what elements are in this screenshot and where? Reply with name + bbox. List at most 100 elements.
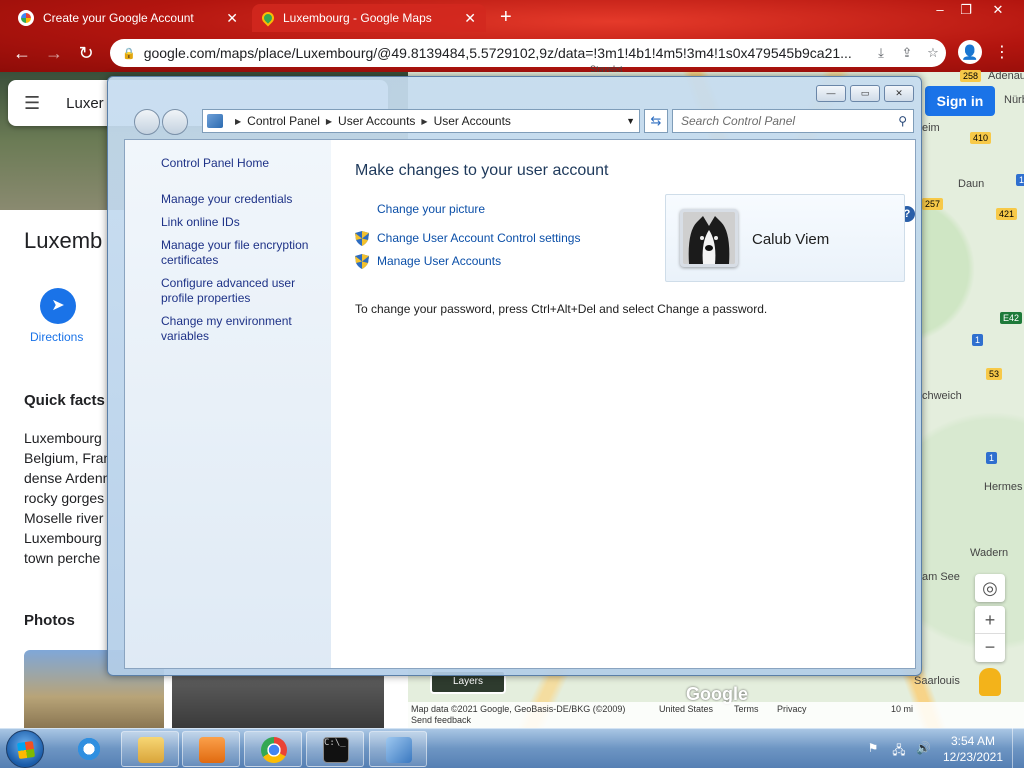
tab-google-maps[interactable]: Luxembourg - Google Maps ✕ xyxy=(252,4,486,32)
control-panel-window: — ▭ ✕ ▶ Control Panel ▶ User Accounts ▶ … xyxy=(107,76,922,676)
task-uac-settings[interactable]: Change User Account Control settings xyxy=(377,231,580,245)
url-text: google.com/maps/place/Luxembourg/@49.813… xyxy=(143,45,852,61)
cp-search-input[interactable]: Search Control Panel ⚲ xyxy=(672,109,914,133)
my-location-button[interactable]: ◎ xyxy=(975,574,1005,602)
directions-button[interactable]: ➤ xyxy=(40,288,76,324)
cp-link-encryption[interactable]: Manage your file encryption certificates xyxy=(161,238,321,268)
volume-icon[interactable]: 🔊 xyxy=(916,741,931,755)
quick-facts-title: Quick facts xyxy=(24,392,105,409)
address-bar[interactable]: 🔒 google.com/maps/place/Luxembourg/@49.8… xyxy=(110,39,946,67)
cp-link-home[interactable]: Control Panel Home xyxy=(161,156,321,171)
network-icon[interactable]: 🖧 xyxy=(892,741,906,757)
breadcrumb-arrow-icon[interactable]: ▶ xyxy=(326,117,332,126)
cp-back-button[interactable] xyxy=(134,109,160,135)
tab-close-icon[interactable]: ✕ xyxy=(464,10,476,27)
breadcrumb-arrow-icon[interactable]: ▶ xyxy=(421,117,427,126)
cp-minimize-button[interactable]: — xyxy=(816,85,846,102)
control-panel-icon xyxy=(386,737,412,763)
maps-favicon-icon xyxy=(259,9,277,27)
cp-link-profile-properties[interactable]: Configure advanced user profile properti… xyxy=(161,276,321,306)
taskbar-command-prompt[interactable]: C:\_ xyxy=(306,731,364,767)
street-view-pegman-icon[interactable] xyxy=(979,668,1001,696)
cp-link-credentials[interactable]: Manage your credentials xyxy=(161,192,321,207)
photos-title: Photos xyxy=(24,612,75,629)
lock-icon: 🔒 xyxy=(122,47,136,60)
breadcrumb-control-panel[interactable]: Control Panel xyxy=(247,114,320,128)
cp-close-button[interactable]: ✕ xyxy=(884,85,914,102)
taskbar-media-player[interactable] xyxy=(182,731,240,767)
action-center-flag-icon[interactable]: ⚑ xyxy=(866,741,880,755)
cp-link-online-ids[interactable]: Link online IDs xyxy=(161,215,321,230)
cp-maximize-button[interactable]: ▭ xyxy=(850,85,880,102)
cp-link-environment[interactable]: Change my environment variables xyxy=(161,314,321,344)
directions-label[interactable]: Directions xyxy=(30,330,83,344)
chrome-menu-icon[interactable]: ⋮ xyxy=(994,42,1010,62)
map-attribution-bar: Map data ©2021 Google, GeoBasis-DE/BKG (… xyxy=(408,702,1024,728)
maps-search-text: Luxer xyxy=(66,94,104,112)
terms-link[interactable]: Terms xyxy=(734,704,759,714)
breadcrumb-arrow-icon[interactable]: ▶ xyxy=(235,117,241,126)
quick-facts-text: Luxembourg Belgium, Fran dense Ardenn ro… xyxy=(24,428,108,568)
sign-in-button[interactable]: Sign in xyxy=(925,86,995,116)
road-badge: 1 xyxy=(986,452,998,464)
privacy-link[interactable]: Privacy xyxy=(777,704,807,714)
internet-explorer-icon xyxy=(76,736,102,762)
chrome-close-button[interactable]: ✕ xyxy=(984,2,1012,18)
send-feedback-link[interactable]: Send feedback xyxy=(411,715,471,725)
address-dropdown-icon[interactable]: ▼ xyxy=(626,116,635,126)
map-label: Nürbu xyxy=(1004,94,1024,106)
uac-shield-icon xyxy=(355,254,369,269)
cp-address-bar[interactable]: ▶ Control Panel ▶ User Accounts ▶ User A… xyxy=(202,109,640,133)
bookmark-star-icon[interactable]: ☆ xyxy=(920,45,946,61)
road-badge: E42 xyxy=(1000,312,1023,324)
cp-content-area: Control Panel Home Manage your credentia… xyxy=(124,139,916,669)
chrome-restore-button[interactable]: ❐ xyxy=(952,2,980,18)
map-label: am See xyxy=(922,571,960,583)
breadcrumb-user-accounts[interactable]: User Accounts xyxy=(338,114,415,128)
chrome-minimize-button[interactable]: – xyxy=(926,2,954,17)
page-title: Make changes to your user account xyxy=(355,162,609,179)
new-tab-button[interactable]: + xyxy=(500,6,512,29)
tab-close-icon[interactable]: ✕ xyxy=(226,10,238,27)
start-button[interactable] xyxy=(6,730,44,768)
forward-arrow-icon[interactable]: → xyxy=(38,43,70,64)
zoom-in-button[interactable]: + xyxy=(975,606,1005,634)
user-avatar[interactable] xyxy=(680,209,738,267)
scale-label[interactable]: 10 mi xyxy=(891,704,913,714)
zoom-control: + − xyxy=(975,606,1005,662)
refresh-icon: ⇆ xyxy=(650,113,662,128)
quick-facts-line: Belgium, Fran xyxy=(24,450,108,466)
quick-facts-line: Luxembourg xyxy=(24,530,102,546)
task-manage-user-accounts[interactable]: Manage User Accounts xyxy=(377,254,501,268)
taskbar-internet-explorer[interactable] xyxy=(60,731,118,767)
plus-icon: + xyxy=(984,610,996,630)
quick-facts-line: Moselle river xyxy=(24,510,104,526)
back-arrow-icon[interactable]: ← xyxy=(6,43,38,64)
taskbar-control-panel[interactable] xyxy=(369,731,427,767)
road-badge: 1 xyxy=(1016,174,1024,186)
cp-forward-button[interactable] xyxy=(162,109,188,135)
profile-avatar-icon[interactable]: 👤 xyxy=(958,40,982,64)
taskbar-clock[interactable]: 3:54 AM 12/23/2021 xyxy=(938,733,1008,765)
install-icon[interactable]: ⤓ xyxy=(868,45,894,61)
reload-icon[interactable]: ↻ xyxy=(70,43,102,64)
taskbar-chrome[interactable] xyxy=(244,731,302,767)
tab-title: Luxembourg - Google Maps xyxy=(283,11,432,25)
zoom-out-button[interactable]: − xyxy=(975,634,1005,662)
breadcrumb-user-accounts-current[interactable]: User Accounts xyxy=(434,114,511,128)
share-icon[interactable]: ⇪ xyxy=(894,45,920,61)
map-label: chweich xyxy=(922,390,962,402)
search-icon[interactable]: ⚲ xyxy=(898,110,907,132)
quick-facts-line: town perche xyxy=(24,550,101,566)
task-change-picture[interactable]: Change your picture xyxy=(377,202,485,216)
map-label: eim xyxy=(922,122,940,134)
taskbar-file-explorer[interactable] xyxy=(121,731,179,767)
folder-icon xyxy=(138,737,164,763)
country-link[interactable]: United States xyxy=(659,704,713,714)
photo-thumbnail[interactable] xyxy=(172,676,384,728)
cp-refresh-button[interactable]: ⇆ xyxy=(644,109,668,133)
show-desktop-button[interactable] xyxy=(1012,728,1024,768)
clock-time: 3:54 AM xyxy=(950,734,996,748)
tab-create-google-account[interactable]: Create your Google Account ✕ xyxy=(8,4,248,32)
menu-hamburger-icon[interactable]: ☰ xyxy=(24,93,40,114)
